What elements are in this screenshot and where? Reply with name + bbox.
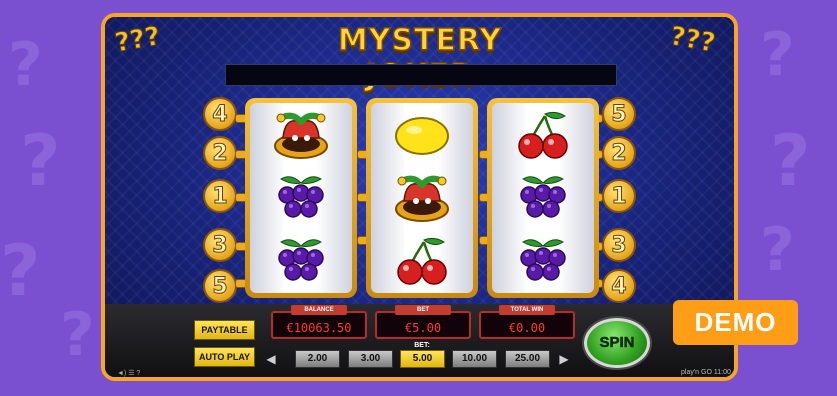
bet-label: BET bbox=[395, 305, 451, 315]
reel-2-strip bbox=[371, 103, 473, 293]
bg-question-mark: ? bbox=[8, 30, 43, 100]
payline-left-3: 1 bbox=[203, 179, 237, 213]
bet-increase-button[interactable]: ▶ bbox=[558, 352, 570, 366]
total-win-label: TOTAL WIN bbox=[499, 305, 555, 315]
game-logo: MYSTERY JOKER bbox=[337, 22, 503, 94]
payline-right-4: 3 bbox=[602, 228, 636, 262]
total-win-display: TOTAL WIN €0.00 bbox=[479, 305, 575, 339]
reel-2 bbox=[366, 98, 478, 298]
reel-3 bbox=[487, 98, 599, 298]
bet-display: BET €5.00 bbox=[375, 305, 471, 339]
balance-display: BALANCE €10063.50 bbox=[271, 305, 367, 339]
lemon-icon bbox=[387, 107, 457, 163]
payline-left-4: 3 bbox=[203, 228, 237, 262]
bg-question-mark: ? bbox=[20, 120, 61, 202]
grapes-icon bbox=[266, 170, 336, 226]
grapes-icon bbox=[508, 233, 578, 289]
bet-decrease-button[interactable]: ◀ bbox=[265, 352, 277, 366]
balance-label: BALANCE bbox=[291, 305, 347, 315]
payline-right-5: 4 bbox=[602, 269, 636, 303]
demo-badge: DEMO bbox=[673, 300, 798, 345]
balance-value: €10063.50 bbox=[286, 321, 352, 335]
bet-selector-label: BET: bbox=[414, 342, 430, 349]
payline-left-5: 5 bbox=[203, 269, 237, 303]
bet-option-3[interactable]: 5.00 bbox=[400, 350, 445, 368]
cherries-icon bbox=[508, 107, 578, 163]
payline-right-3: 1 bbox=[602, 179, 636, 213]
bg-question-mark: ? bbox=[760, 215, 795, 285]
grapes-icon bbox=[508, 170, 578, 226]
bet-option-5[interactable]: 25.00 bbox=[505, 350, 550, 368]
autoplay-button[interactable]: AUTO PLAY bbox=[194, 347, 255, 367]
clock: 11:00 bbox=[713, 369, 731, 376]
reel-1-strip bbox=[250, 103, 352, 293]
game-frame: ??? ??? MYSTERY JOKER 4 2 1 3 5 5 2 1 3 … bbox=[101, 13, 738, 381]
joker-icon bbox=[266, 107, 336, 163]
game-area: ??? ??? MYSTERY JOKER 4 2 1 3 5 5 2 1 3 … bbox=[105, 17, 734, 377]
message-bar bbox=[225, 64, 617, 86]
payline-right-1: 5 bbox=[602, 97, 636, 131]
bg-question-mark: ? bbox=[770, 120, 811, 202]
joker-icon bbox=[387, 170, 457, 226]
bet-value: €5.00 bbox=[404, 321, 442, 335]
brand-logo: play'n GO bbox=[681, 369, 712, 376]
grapes-icon bbox=[266, 233, 336, 289]
paytable-button[interactable]: PAYTABLE bbox=[194, 320, 255, 340]
bet-option-2[interactable]: 3.00 bbox=[348, 350, 393, 368]
bg-question-mark: ? bbox=[60, 300, 95, 370]
payline-left-1: 4 bbox=[203, 97, 237, 131]
spin-button[interactable]: SPIN bbox=[584, 318, 650, 368]
cherries-icon bbox=[387, 233, 457, 289]
footer-info: play'n GO 11:00 bbox=[681, 369, 731, 376]
total-win-value: €0.00 bbox=[508, 321, 546, 335]
reel-3-strip bbox=[492, 103, 594, 293]
bg-question-mark: ? bbox=[0, 230, 41, 312]
payline-right-2: 2 bbox=[602, 136, 636, 170]
bet-option-1[interactable]: 2.00 bbox=[295, 350, 340, 368]
footer-settings-icons[interactable]: ◄) ☰ ? bbox=[117, 369, 140, 377]
payline-left-2: 2 bbox=[203, 136, 237, 170]
reel-1 bbox=[245, 98, 357, 298]
bg-question-mark: ? bbox=[760, 20, 795, 90]
bet-option-4[interactable]: 10.00 bbox=[452, 350, 497, 368]
